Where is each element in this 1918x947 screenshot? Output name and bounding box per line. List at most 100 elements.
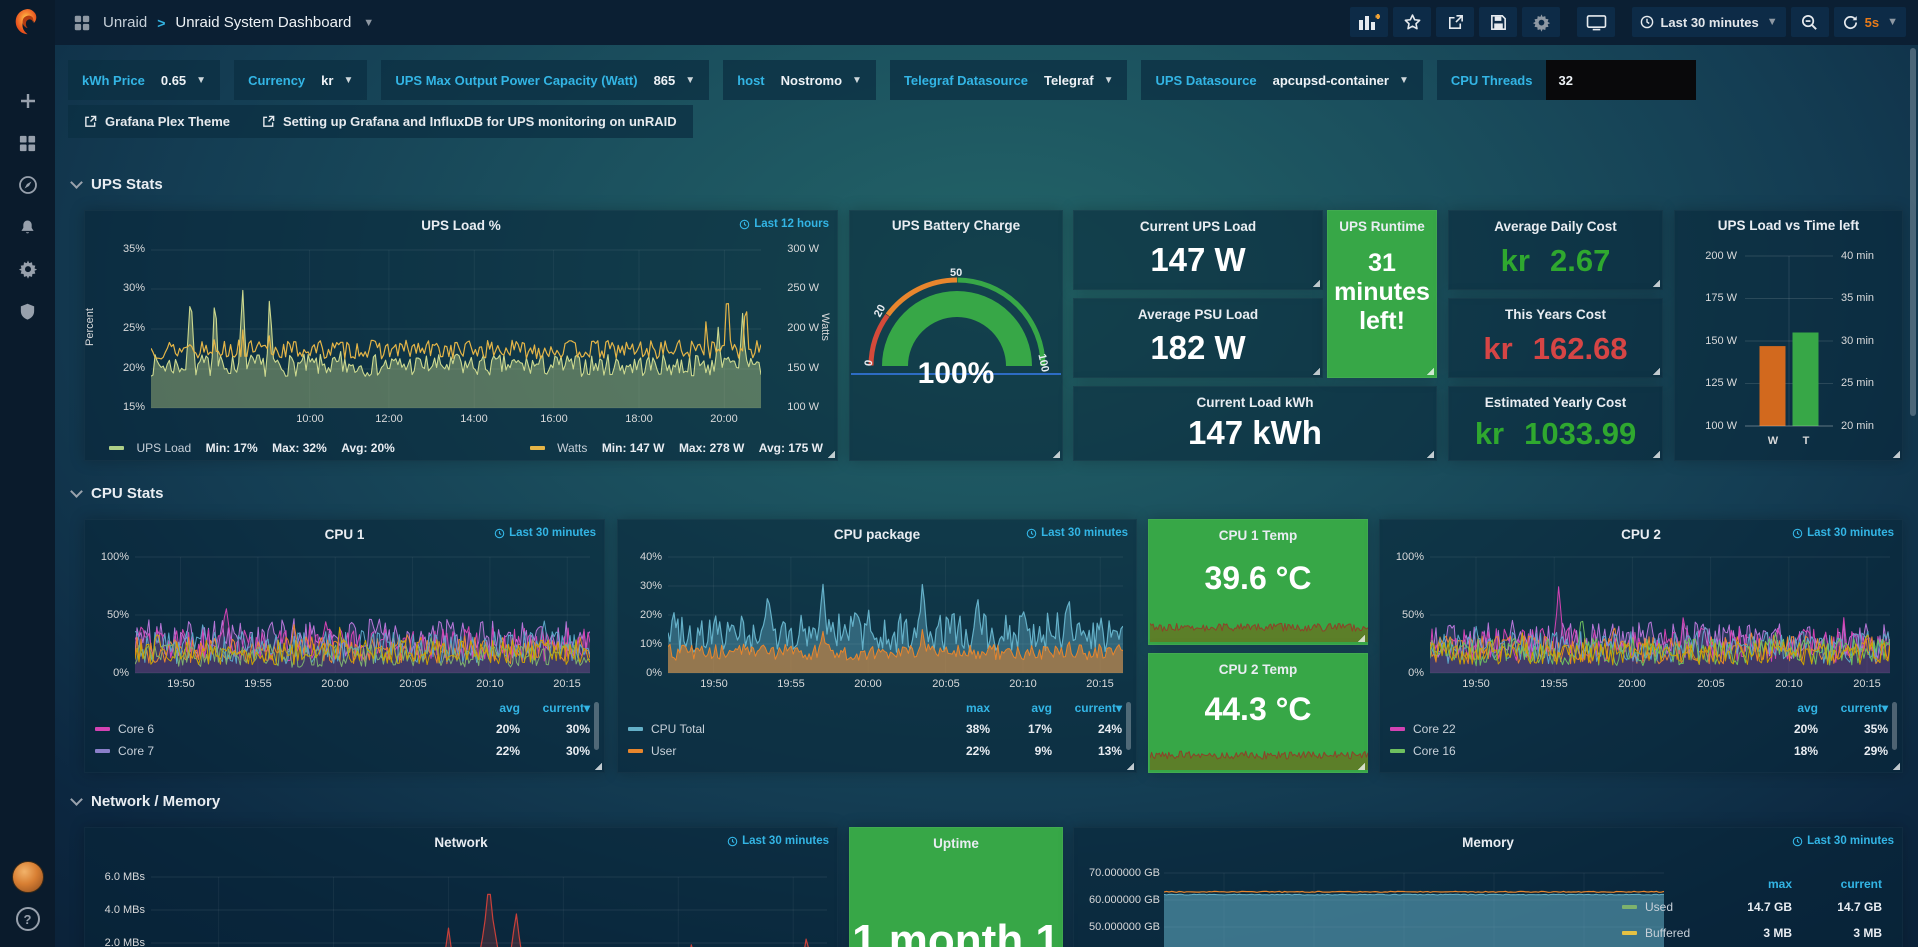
legend-row-used[interactable]: Used 14.7 GB 14.7 GB [1622, 894, 1882, 920]
panel-time-override[interactable]: Last 30 minutes [1792, 527, 1894, 539]
breadcrumb-folder[interactable]: Unraid [103, 14, 147, 31]
legend-scrollbar[interactable] [1892, 702, 1897, 750]
legend-header-avg[interactable]: avg [458, 701, 520, 715]
network-chart[interactable] [151, 864, 827, 947]
panel-resize-handle[interactable] [1892, 762, 1900, 770]
legend-row-core22[interactable]: Core 22 20% 35% [1390, 718, 1888, 740]
share-button[interactable] [1436, 7, 1474, 37]
battery-gauge[interactable] [850, 211, 1064, 462]
panel-current-load-kwh: Current Load kWh 147 kWh [1073, 386, 1437, 461]
legend-header-current[interactable]: current▾ [1818, 701, 1888, 715]
variable-currency[interactable]: Currency kr ▼ [234, 60, 367, 100]
dashboard-title[interactable]: Unraid System Dashboard [175, 14, 351, 31]
variable-ups-max-output[interactable]: UPS Max Output Power Capacity (Watt) 865… [381, 60, 709, 100]
zoom-out-button[interactable] [1791, 7, 1829, 37]
dashboard-settings-button[interactable] [1522, 7, 1560, 37]
gauge-value: 100% [850, 357, 1062, 391]
explore-compass-icon[interactable] [17, 174, 39, 196]
section-cpu-stats[interactable]: CPU Stats [72, 485, 164, 502]
panel-resize-handle[interactable] [1357, 634, 1365, 642]
legend-header-current[interactable]: current [1792, 877, 1882, 891]
legend-row-core7[interactable]: Core 7 22% 30% [95, 740, 590, 762]
legend-header-max[interactable]: max [1702, 877, 1792, 891]
legend-header-avg[interactable]: avg [1756, 701, 1818, 715]
panel-resize-handle[interactable] [1312, 279, 1320, 287]
panel-resize-handle[interactable] [1426, 450, 1434, 458]
cycle-view-tv-button[interactable] [1577, 7, 1615, 37]
panel-resize-handle[interactable] [1052, 450, 1060, 458]
legend-item-watts[interactable]: Watts Min: 147 W Max: 278 W Avg: 175 W [530, 439, 823, 457]
panel-resize-handle[interactable] [1652, 450, 1660, 458]
panel-title[interactable]: CPU 2 [1621, 527, 1661, 542]
panel-resize-handle[interactable] [1126, 762, 1134, 770]
dropdown-caret-icon: ▼ [685, 75, 695, 86]
legend-item-ups-load[interactable]: UPS Load Min: 17% Max: 32% Avg: 20% [109, 439, 395, 457]
external-link-icon [84, 115, 97, 128]
refresh-button[interactable]: 5s ▼ [1834, 7, 1906, 37]
add-panel-button[interactable] [1350, 7, 1388, 37]
legend-scrollbar[interactable] [594, 702, 599, 750]
legend-row-core16[interactable]: Core 16 18% 29% [1390, 740, 1888, 762]
variable-ups-datasource[interactable]: UPS Datasource apcupsd-container ▼ [1141, 60, 1422, 100]
variable-host[interactable]: host Nostromo ▼ [723, 60, 876, 100]
grafana-dashboard: ? Unraid > Unraid System Dashboard ▼ [0, 0, 1918, 947]
section-ups-stats[interactable]: UPS Stats [72, 176, 163, 193]
refresh-interval-label[interactable]: 5s [1865, 15, 1879, 30]
panel-resize-handle[interactable] [827, 450, 835, 458]
panel-title[interactable]: CPU 1 [325, 527, 365, 542]
panel-time-override[interactable]: Last 12 hours [739, 218, 829, 230]
memory-chart[interactable] [1164, 864, 1664, 947]
refresh-caret-icon[interactable]: ▼ [1887, 16, 1898, 28]
panel-time-override[interactable]: Last 30 minutes [1026, 527, 1128, 539]
series-color-dash [95, 727, 110, 731]
legend-row-core6[interactable]: Core 6 20% 30% [95, 718, 590, 740]
page-scrollbar[interactable] [1910, 48, 1916, 416]
panel-title[interactable]: Network [434, 835, 487, 850]
link-grafana-plex-theme[interactable]: Grafana Plex Theme [68, 105, 246, 138]
panel-time-override[interactable]: Last 30 minutes [727, 835, 829, 847]
panel-title[interactable]: Memory [1462, 835, 1514, 850]
panel-resize-handle[interactable] [1426, 367, 1434, 375]
cpu1-chart[interactable] [135, 556, 590, 674]
legend-header-current[interactable]: current▾ [1052, 701, 1122, 715]
panel-resize-handle[interactable] [1312, 367, 1320, 375]
variable-telegraf-datasource[interactable]: Telegraf Datasource Telegraf ▼ [890, 60, 1128, 100]
panel-resize-handle[interactable] [1652, 367, 1660, 375]
user-avatar[interactable] [12, 861, 44, 893]
legend-row-user[interactable]: User 22% 9% 13% [628, 740, 1122, 762]
title-caret-icon[interactable]: ▼ [363, 17, 374, 29]
server-admin-shield-icon[interactable] [17, 300, 39, 322]
legend-header-avg[interactable]: avg [990, 701, 1052, 715]
star-button[interactable] [1393, 7, 1431, 37]
create-plus-icon[interactable] [17, 90, 39, 112]
legend-row-cpu-total[interactable]: CPU Total 38% 17% 24% [628, 718, 1122, 740]
panel-cpu2-temp: CPU 2 Temp 44.3 °C [1148, 653, 1368, 773]
panel-network: Network Last 30 minutes 6.0 MBs 4.0 MBs … [84, 827, 838, 947]
link-grafana-influxdb-guide[interactable]: Setting up Grafana and InfluxDB for UPS … [246, 105, 693, 138]
panel-time-override[interactable]: Last 30 minutes [1792, 835, 1894, 847]
legend-scrollbar[interactable] [1126, 702, 1131, 750]
panel-resize-handle[interactable] [1652, 279, 1660, 287]
help-icon[interactable]: ? [16, 907, 40, 931]
panel-title[interactable]: UPS Load % [421, 218, 501, 233]
section-network-memory[interactable]: Network / Memory [72, 793, 220, 810]
alerting-bell-icon[interactable] [17, 216, 39, 238]
panel-title[interactable]: CPU package [834, 527, 920, 542]
cpu-threads-input[interactable]: 32 [1546, 60, 1696, 100]
legend-header-max[interactable]: max [928, 701, 990, 715]
cpu2-chart[interactable] [1430, 556, 1890, 674]
panel-time-override[interactable]: Last 30 minutes [494, 527, 596, 539]
cpu-package-chart[interactable] [668, 556, 1123, 674]
panel-resize-handle[interactable] [1892, 450, 1900, 458]
panel-resize-handle[interactable] [594, 762, 602, 770]
time-picker-button[interactable]: Last 30 minutes ▼ [1632, 7, 1785, 37]
configuration-gear-icon[interactable] [17, 258, 39, 280]
legend-header-current[interactable]: current▾ [520, 701, 590, 715]
ups-load-chart[interactable] [151, 249, 761, 409]
grafana-logo-icon[interactable] [12, 7, 43, 38]
panel-resize-handle[interactable] [1357, 762, 1365, 770]
legend-row-buffered[interactable]: Buffered 3 MB 3 MB [1622, 920, 1882, 946]
save-button[interactable] [1479, 7, 1517, 37]
dashboards-grid-icon[interactable] [17, 132, 39, 154]
variable-kwh-price[interactable]: kWh Price 0.65 ▼ [68, 60, 220, 100]
